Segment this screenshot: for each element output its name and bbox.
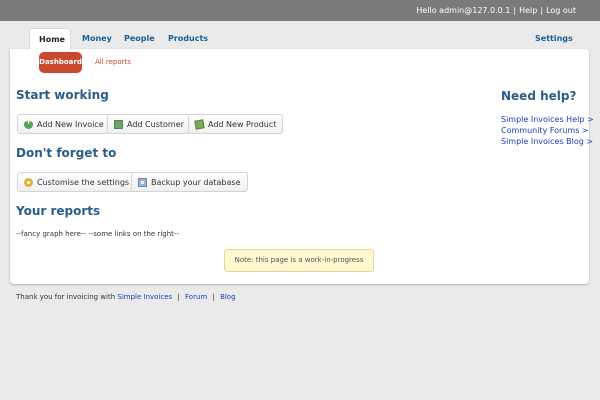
button-label: Add New Product (208, 119, 277, 129)
footer: Thank you for invoicing with Simple Invo… (16, 293, 236, 301)
tab-settings[interactable]: Settings (526, 28, 582, 50)
footer-forum-link[interactable]: Forum (185, 293, 207, 301)
tab-home[interactable]: Home (29, 28, 71, 50)
dont-forget-heading: Don't forget to (16, 146, 117, 160)
button-label: Add Customer (127, 119, 184, 129)
button-label: Customise the settings (37, 177, 130, 187)
footer-blog-link[interactable]: Blog (220, 293, 235, 301)
community-forums-link[interactable]: Community Forums > (501, 126, 589, 136)
customise-settings-button[interactable]: Customise the settings (17, 172, 137, 192)
need-help-panel: Need help? Simple Invoices Help > Commun… (501, 89, 594, 147)
add-product-icon (194, 118, 205, 130)
add-customer-icon (114, 119, 123, 129)
database-backup-icon (138, 177, 147, 187)
help-links: Simple Invoices Help > Community Forums … (501, 115, 594, 147)
logout-link[interactable]: Log out (546, 6, 576, 15)
add-new-invoice-button[interactable]: Add New Invoice (17, 114, 111, 134)
reports-placeholder-text: --fancy graph here-- --some links on the… (16, 230, 179, 238)
need-help-heading: Need help? (501, 89, 577, 103)
backup-database-button[interactable]: Backup your database (131, 172, 248, 192)
your-reports-heading: Your reports (16, 204, 101, 218)
tab-products[interactable]: Products (159, 28, 217, 50)
work-in-progress-note: Note: this page is a work-in-progress (224, 249, 374, 272)
start-working-heading: Start working (16, 88, 109, 102)
main-panel: Dashboard All reports Start working Add … (10, 49, 594, 284)
separator: | (513, 6, 517, 15)
user-status-line: Hello admin@127.0.0.1 | Help | Log out (416, 6, 576, 15)
plus-circle-icon (24, 117, 33, 129)
separator: | (540, 6, 544, 15)
add-customer-button[interactable]: Add Customer (107, 114, 191, 134)
all-reports-link[interactable]: All reports (95, 58, 131, 66)
simple-invoices-help-link[interactable]: Simple Invoices Help > (501, 115, 594, 125)
tab-money[interactable]: Money (73, 28, 121, 50)
top-bar: Hello admin@127.0.0.1 | Help | Log out (0, 0, 600, 21)
footer-separator: | (212, 293, 215, 301)
button-label: Backup your database (151, 177, 241, 187)
main-nav-tabs: Home Money People Products Settings (0, 28, 600, 50)
add-new-product-button[interactable]: Add New Product (188, 114, 284, 134)
footer-separator: | (177, 293, 180, 301)
footer-text: Thank you for invoicing with (16, 293, 116, 301)
tab-people[interactable]: People (115, 28, 164, 50)
footer-brand-link[interactable]: Simple Invoices (117, 293, 172, 301)
greeting-text: Hello admin@127.0.0.1 (416, 6, 511, 15)
simple-invoices-blog-link[interactable]: Simple Invoices Blog > (501, 137, 593, 147)
settings-gear-icon (24, 177, 33, 187)
help-link[interactable]: Help (519, 6, 537, 15)
button-label: Add New Invoice (37, 119, 104, 129)
dashboard-pill[interactable]: Dashboard (39, 52, 82, 73)
